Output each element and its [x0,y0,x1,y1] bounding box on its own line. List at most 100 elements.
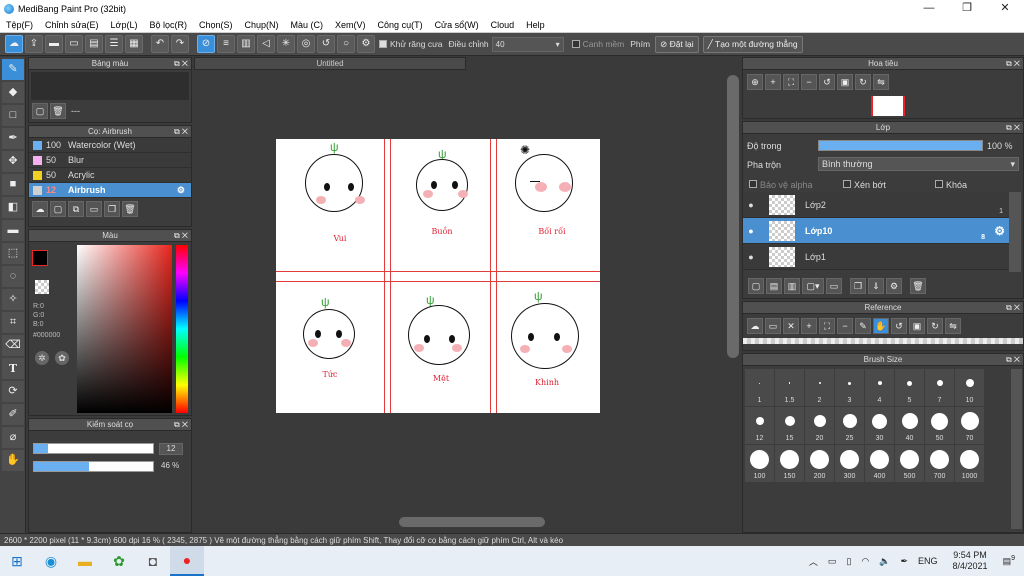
protect-alpha-checkbox[interactable] [749,180,757,188]
menu-filter[interactable]: Bộ lọc(R) [143,20,193,30]
medibang-taskbar-icon[interactable]: ● [170,546,204,576]
create-line-button[interactable]: ╱ Tạo một đường thẳng [702,35,803,53]
antialias-checkbox[interactable] [379,40,387,48]
panel-close-icon[interactable]: ⧉ ✕ [174,230,188,242]
lock-checkbox[interactable] [935,180,943,188]
new-layer-icon[interactable]: ▢ [748,278,764,294]
ref-hand-icon[interactable]: ✋ [873,318,889,334]
adjust-select[interactable]: 40 ▾ [491,36,564,52]
camera-app-icon[interactable]: ◘ [136,546,170,576]
undo-icon[interactable]: ↶ [151,35,169,53]
panel-close-icon[interactable]: ⧉ ✕ [1006,302,1020,314]
volume-icon[interactable]: 🔈 [879,556,890,567]
brush-size-cell[interactable]: 7 [925,369,954,406]
select-tool-icon[interactable]: ⬚ [2,243,24,264]
panel-close-icon[interactable]: ⧉ ✕ [174,419,188,431]
panel-close-icon[interactable]: ⧉ ✕ [1006,58,1020,70]
brush-size-cell[interactable]: 3 [835,369,864,406]
menu-snap[interactable]: Chụp(N) [239,20,285,30]
menu-layer[interactable]: Lớp(L) [105,20,144,30]
layer-scrollbar[interactable] [1009,192,1021,272]
page-icon[interactable]: ▤ [85,35,103,53]
tray-speaker-battery-icon[interactable]: ▯ [846,556,851,567]
divide-tool-icon[interactable]: ⟳ [2,381,24,402]
circle-snap-icon[interactable]: ○ [337,35,355,53]
brush-size-cell[interactable]: 4 [865,369,894,406]
pen-tool-icon[interactable]: ✒ [2,128,24,149]
navigator-preview[interactable] [871,96,905,116]
move-tool-icon[interactable]: ✥ [2,151,24,172]
notification-icon[interactable]: ▤9 [1003,555,1015,567]
cross-snap-icon[interactable]: ▥ [237,35,255,53]
menu-color[interactable]: Màu (C) [285,20,330,30]
new-halftone-layer-icon[interactable]: ▤ [766,278,782,294]
rotate-left-icon[interactable]: ↺ [819,74,835,90]
eyedropper-tool-icon[interactable]: ✐ [2,404,24,425]
brush-size-cell[interactable]: 70 [955,407,984,444]
parallel-snap-icon[interactable]: ≡ [217,35,235,53]
radial-snap-icon[interactable]: ✳ [277,35,295,53]
message-icon[interactable]: ▭ [65,35,83,53]
snap-settings-icon[interactable]: ⚙ [357,35,375,53]
zoom-in-icon[interactable]: + [765,74,781,90]
cloud-brush-icon[interactable]: ☁ [32,201,48,217]
select-eraser-tool-icon[interactable]: ⌫ [2,335,24,356]
brush-tool-icon[interactable]: ✎ [2,59,24,80]
edge-browser-icon[interactable]: ◉ [34,546,68,576]
brush-size-cell[interactable]: 40 [895,407,924,444]
maximize-button[interactable]: ❐ [948,0,986,17]
tray-chevron-icon[interactable]: ︿ [809,555,818,568]
lasso-tool-icon[interactable]: ◌ [2,266,24,287]
panel-close-icon[interactable]: ⧉ ✕ [174,126,188,138]
merge-layer-icon[interactable]: ⇓ [868,278,884,294]
new-8bit-layer-icon[interactable]: ▥ [784,278,800,294]
new-palette-icon[interactable]: ▢ [32,103,48,119]
select-pen-tool-icon[interactable]: ⌗ [2,312,24,333]
close-button[interactable]: ✕ [986,0,1024,17]
layer-visibility-icon[interactable]: ● [743,200,759,210]
brush-opacity-slider[interactable] [33,461,154,472]
windows-start-icon[interactable]: ⊞ [0,546,34,576]
delete-layer-icon[interactable]: 🗑 [910,278,926,294]
redo-icon[interactable]: ↷ [171,35,189,53]
ref-zoom-in-icon[interactable]: + [801,318,817,334]
new-brush-icon[interactable]: ▢ [50,201,66,217]
menu-file[interactable]: Tệp(F) [0,20,39,30]
rotate-right-icon[interactable]: ↻ [855,74,871,90]
ref-fit-icon[interactable]: ▣ [909,318,925,334]
cloud-reference-icon[interactable]: ☁ [747,318,763,334]
brush-size-scrollbar[interactable] [1011,369,1022,529]
layer-visibility-icon[interactable]: ● [743,252,759,262]
menu-select[interactable]: Chọn(S) [193,20,239,30]
brush-size-cell[interactable]: 20 [805,407,834,444]
menu-view[interactable]: Xem(V) [329,20,372,30]
tray-device-icon[interactable]: ▭ [828,556,837,567]
delete-brush-icon[interactable]: 🗑 [122,201,138,217]
duplicate-icon[interactable]: ❐ [104,201,120,217]
menu-tools[interactable]: Công cụ(T) [372,20,429,30]
menu-help[interactable]: Help [520,20,551,30]
pen-tray-icon[interactable]: ✒ [900,556,908,567]
add-layer-menu-icon[interactable]: ▢▾ [802,278,824,294]
brush-size-cell[interactable]: 1.5 [775,369,804,406]
grid-icon[interactable]: ▦ [125,35,143,53]
close-reference-icon[interactable]: ✕ [783,318,799,334]
layer-row[interactable]: ● Lớp10 8 ⚙ [743,218,1009,244]
zoom-fit-icon[interactable]: ⊕ [747,74,763,90]
brush-size-cell[interactable]: 5 [895,369,924,406]
hue-slider[interactable] [176,245,188,413]
fit-window-icon[interactable]: ▣ [837,74,853,90]
layer-property-icon[interactable]: ⚙ [886,278,902,294]
language-indicator[interactable]: ENG [918,556,938,566]
clock[interactable]: 9:54 PM 8/4/2021 [948,550,993,572]
brush-size-cell[interactable]: 300 [835,445,864,482]
layer-folder-icon[interactable]: ▭ [826,278,842,294]
curve-snap-icon[interactable]: ↺ [317,35,335,53]
brush-size-cell[interactable]: 400 [865,445,894,482]
layer-opacity-slider[interactable] [818,140,983,151]
cloud-icon[interactable]: ☁ [5,35,23,53]
duplicate-layer-icon[interactable]: ❐ [850,278,866,294]
reset-button[interactable]: ⊘ Đặt lại [655,35,699,53]
gear-icon[interactable]: ⚙ [994,224,1005,238]
brush-size-cell[interactable]: 1 [745,369,774,406]
